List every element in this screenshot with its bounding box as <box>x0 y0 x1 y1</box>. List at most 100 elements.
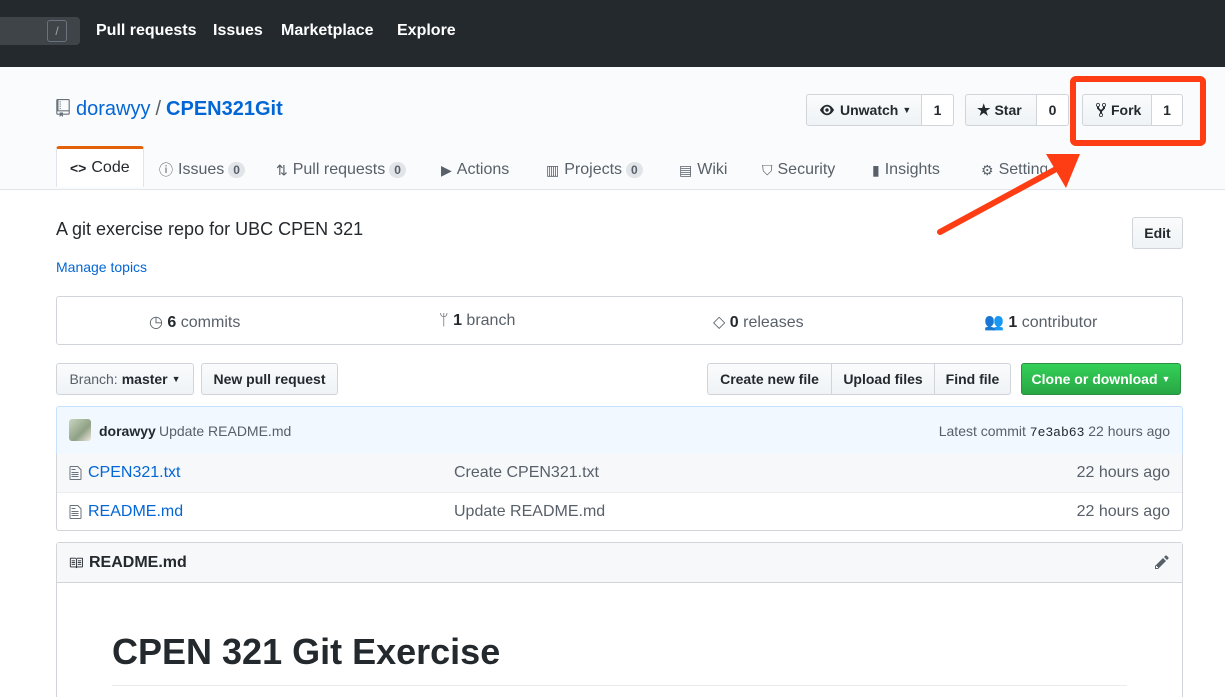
commits-label: commits <box>180 314 241 331</box>
tab-projects-label: Projects <box>564 161 623 178</box>
tab-projects[interactable]: ▥ Projects 0 <box>546 150 643 190</box>
file-name-link[interactable]: CPEN321.txt <box>88 464 180 482</box>
chevron-down-icon: ▼ <box>902 105 912 115</box>
unwatch-button[interactable]: Unwatch ▼ <box>806 94 922 126</box>
tab-wiki-label: Wiki <box>697 161 728 178</box>
repo-owner-link[interactable]: dorawyy <box>76 98 150 120</box>
repo-description: A git exercise repo for UBC CPEN 321 <box>56 219 364 239</box>
tab-wiki[interactable]: ▤ Wiki <box>679 150 727 190</box>
file-list: CPEN321.txt Create CPEN321.txt 22 hours … <box>56 454 1183 531</box>
commits-summary[interactable]: ◷ 6 commits <box>149 312 240 332</box>
nav-issues[interactable]: Issues <box>213 20 263 42</box>
fork-highlight-box <box>1070 76 1206 146</box>
chevron-down-icon: ▼ <box>1161 374 1171 384</box>
clone-label: Clone or download <box>1031 371 1158 387</box>
book-icon: ▤ <box>679 161 693 178</box>
latest-commit-bar: dorawyy Update README.md Latest commit 7… <box>56 406 1183 455</box>
top-navigation-bar: / Pull requests Issues Marketplace Explo… <box>0 0 1225 67</box>
project-icon: ▥ <box>546 161 560 178</box>
edit-description-button[interactable]: Edit <box>1132 217 1183 249</box>
branch-name: master <box>121 371 168 387</box>
projects-counter: 0 <box>626 162 643 178</box>
code-icon: <> <box>70 160 87 176</box>
history-icon: ◷ <box>149 314 163 331</box>
branch-label: branch <box>466 312 516 329</box>
contributor-label: contributor <box>1021 314 1098 331</box>
file-commit-message[interactable]: Update README.md <box>454 503 605 521</box>
annotation-arrow <box>937 154 1080 235</box>
latest-commit-prefix: Latest commit <box>938 423 1026 439</box>
file-name-link[interactable]: README.md <box>88 503 183 521</box>
releases-label: releases <box>743 314 804 331</box>
commit-author-link[interactable]: dorawyy <box>99 423 156 439</box>
branch-prefix: Branch: <box>69 371 118 387</box>
new-pull-request-button[interactable]: New pull request <box>201 363 338 395</box>
branch-count: 1 <box>453 312 462 329</box>
star-button[interactable]: ★ Star <box>965 94 1037 126</box>
table-row: README.md Update README.md 22 hours ago <box>57 492 1182 530</box>
tab-code[interactable]: <> Code <box>56 146 144 187</box>
clone-or-download-button[interactable]: Clone or download ▼ <box>1021 363 1181 395</box>
nav-pull-requests[interactable]: Pull requests <box>96 20 196 42</box>
issue-icon: ⓘ <box>159 162 173 178</box>
tab-pull-requests[interactable]: ⇅ Pull requests 0 <box>276 150 406 190</box>
readme-divider <box>112 685 1127 686</box>
watch-count[interactable]: 1 <box>922 94 954 126</box>
graph-icon: ▮ <box>872 161 880 178</box>
repo-title: dorawyy / CPEN321Git <box>76 96 283 122</box>
file-commit-message[interactable]: Create CPEN321.txt <box>454 464 599 482</box>
create-new-file-button[interactable]: Create new file <box>707 363 832 395</box>
tab-issues[interactable]: ⓘ Issues 0 <box>159 150 245 190</box>
tag-icon: ◇ <box>713 314 726 331</box>
branch-summary[interactable]: ᛘ 1 branch <box>439 312 515 330</box>
branch-select-button[interactable]: Branch: master ▼ <box>56 363 194 395</box>
unwatch-label: Unwatch <box>840 102 899 118</box>
branch-icon: ᛘ <box>439 312 449 329</box>
play-icon: ▶ <box>441 161 452 178</box>
tab-actions[interactable]: ▶ Actions <box>441 150 509 190</box>
commit-sha-link[interactable]: 7e3ab63 <box>1030 425 1085 440</box>
nav-marketplace[interactable]: Marketplace <box>281 20 374 42</box>
repo-icon <box>56 99 70 117</box>
star-icon: ★ <box>977 102 991 119</box>
tab-actions-label: Actions <box>456 161 510 178</box>
contributor-count: 1 <box>1008 314 1018 331</box>
repo-name-link[interactable]: CPEN321Git <box>166 98 283 120</box>
find-file-button[interactable]: Find file <box>934 363 1011 395</box>
tab-security[interactable]: ⛉ Security <box>762 150 835 190</box>
file-icon <box>69 505 82 519</box>
readme-header: README.md <box>57 543 1182 583</box>
book-icon <box>69 557 83 569</box>
contributor-summary[interactable]: 👥 1 contributor <box>984 312 1097 332</box>
people-icon: 👥 <box>984 314 1004 331</box>
tab-code-label: Code <box>91 159 130 176</box>
manage-topics-link[interactable]: Manage topics <box>56 259 147 275</box>
repo-title-separator: / <box>155 98 162 120</box>
table-row: CPEN321.txt Create CPEN321.txt 22 hours … <box>57 454 1182 492</box>
eye-icon <box>820 104 834 116</box>
star-label: Star <box>994 102 1022 118</box>
search-input[interactable] <box>0 17 80 45</box>
pencil-icon[interactable] <box>1154 554 1170 570</box>
releases-count: 0 <box>729 314 739 331</box>
star-count[interactable]: 0 <box>1037 94 1069 126</box>
tab-security-label: Security <box>777 161 836 178</box>
file-age: 22 hours ago <box>1076 464 1170 481</box>
commit-message-link[interactable]: Update README.md <box>159 423 291 439</box>
file-age: 22 hours ago <box>1076 503 1170 520</box>
readme-title: README.md <box>89 554 187 571</box>
nav-explore[interactable]: Explore <box>397 20 456 42</box>
readme-panel: README.md CPEN 321 Git Exercise <box>56 542 1183 697</box>
tab-pull-requests-label: Pull requests <box>292 161 386 178</box>
commits-count: 6 <box>167 314 177 331</box>
tab-issues-label: Issues <box>178 161 225 178</box>
upload-files-button[interactable]: Upload files <box>831 363 935 395</box>
releases-summary[interactable]: ◇ 0 releases <box>713 312 804 332</box>
repo-summary-bar: ◷ 6 commits ᛘ 1 branch ◇ 0 releases 👥 1 … <box>56 296 1183 345</box>
chevron-down-icon: ▼ <box>171 374 181 384</box>
issues-counter: 0 <box>228 162 245 178</box>
shield-icon: ⛉ <box>762 161 773 178</box>
latest-commit-info: Latest commit 7e3ab63 22 hours ago <box>939 423 1170 440</box>
avatar[interactable] <box>69 419 91 441</box>
file-icon <box>69 466 82 480</box>
